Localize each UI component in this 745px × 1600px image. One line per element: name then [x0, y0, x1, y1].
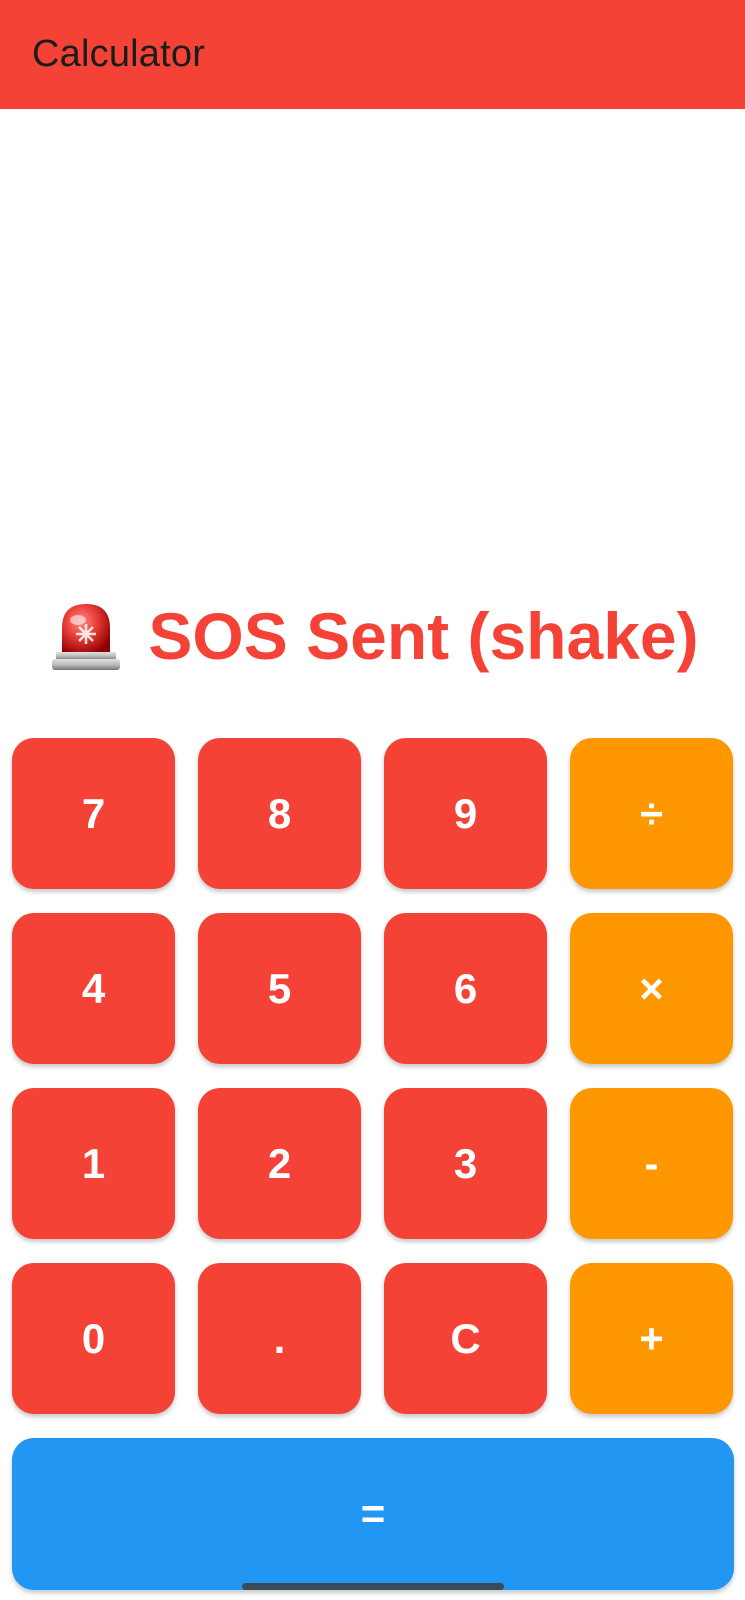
key-8[interactable]: 8	[198, 738, 361, 889]
app-title: Calculator	[32, 33, 206, 75]
key-6[interactable]: 6	[384, 913, 547, 1064]
key-4[interactable]: 4	[12, 913, 175, 1064]
key-0[interactable]: 0	[12, 1263, 175, 1414]
key-7[interactable]: 7	[12, 738, 175, 889]
calculator-screen: Calculator SOS Sent (shake) 7 8 9 ÷ 4 5 …	[0, 0, 745, 1600]
key-clear[interactable]: C	[384, 1263, 547, 1414]
key-subtract[interactable]: -	[570, 1088, 733, 1239]
keypad: 7 8 9 ÷ 4 5 6 × 1 2 3 - 0 . C +	[12, 738, 734, 1414]
key-decimal[interactable]: .	[198, 1263, 361, 1414]
siren-icon	[52, 604, 121, 670]
sos-status-text: SOS Sent (shake)	[148, 599, 699, 673]
sos-status: SOS Sent (shake)	[0, 588, 745, 684]
app-bar: Calculator	[0, 0, 745, 109]
key-divide[interactable]: ÷	[570, 738, 733, 889]
equals-button[interactable]: =	[12, 1438, 734, 1590]
key-9[interactable]: 9	[384, 738, 547, 889]
home-indicator[interactable]	[242, 1583, 504, 1590]
key-3[interactable]: 3	[384, 1088, 547, 1239]
key-add[interactable]: +	[570, 1263, 733, 1414]
key-2[interactable]: 2	[198, 1088, 361, 1239]
key-multiply[interactable]: ×	[570, 913, 733, 1064]
key-1[interactable]: 1	[12, 1088, 175, 1239]
key-5[interactable]: 5	[198, 913, 361, 1064]
